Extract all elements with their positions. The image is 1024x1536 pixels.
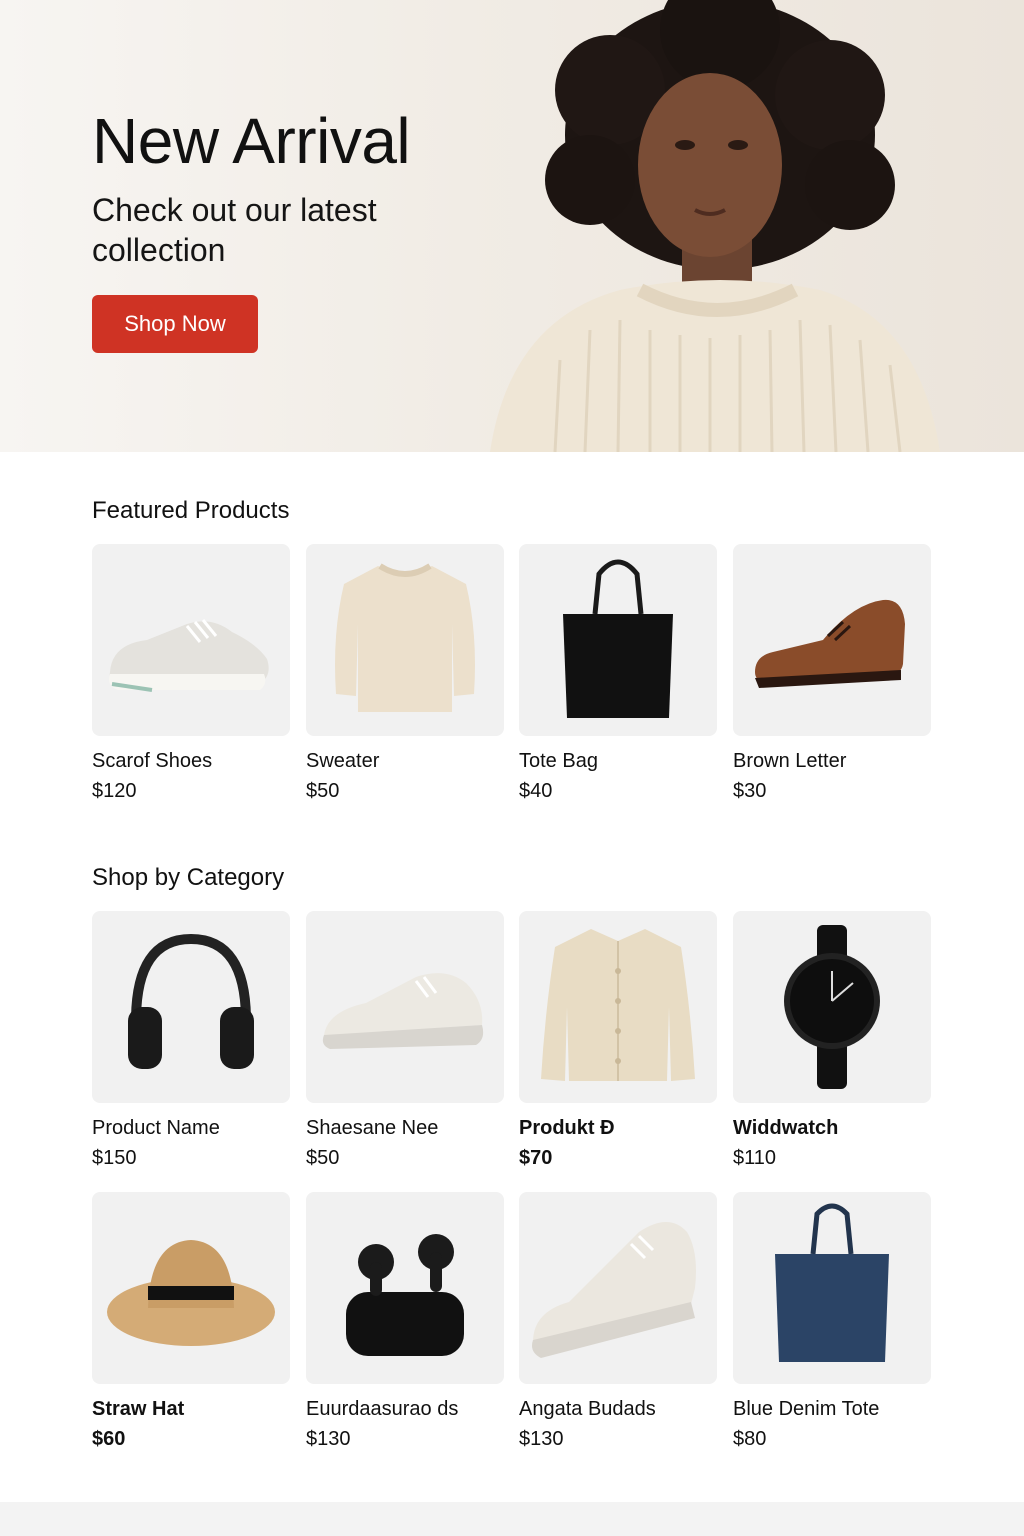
product-image <box>92 911 290 1103</box>
product-image <box>92 1192 290 1384</box>
product-image <box>92 544 290 736</box>
headphones-icon <box>128 933 254 1069</box>
product-price: $120 <box>92 780 137 802</box>
product-name: Brown Letter <box>733 750 847 772</box>
product-image <box>306 544 504 736</box>
product-card[interactable]: Scarof Shoes $120 <box>92 544 290 803</box>
product-price: $50 <box>306 780 340 802</box>
product-card[interactable]: Blue Denim Tote $80 <box>733 1192 931 1451</box>
hero-title: New Arrival <box>92 105 411 177</box>
category-grid: Product Name $150 Shaesane Nee $50 Produ… <box>92 911 932 1471</box>
product-name: Euurdaasurao ds <box>306 1398 459 1420</box>
product-price: $30 <box>733 780 767 802</box>
footer-strip <box>0 1502 1024 1536</box>
product-image <box>519 1192 717 1384</box>
product-name: Sweater <box>306 750 380 772</box>
hero-model-image <box>490 0 940 452</box>
product-image <box>519 911 717 1103</box>
product-card[interactable]: Product Name $150 <box>92 911 290 1170</box>
shirt-jacket-icon <box>541 929 695 1081</box>
sneaker-icon <box>109 619 269 692</box>
leather-shoe-icon <box>755 599 905 688</box>
product-price: $110 <box>733 1147 777 1169</box>
shop-now-button[interactable]: Shop Now <box>92 295 258 353</box>
product-card[interactable]: Angata Budads $130 <box>519 1192 717 1451</box>
hero-subtitle: Check out our latest collection <box>92 192 377 268</box>
product-card[interactable]: Euurdaasurao ds $130 <box>306 1192 504 1451</box>
product-name: Straw Hat <box>92 1398 185 1420</box>
product-name: Produkt Đ <box>519 1117 615 1139</box>
product-image <box>733 911 931 1103</box>
product-price: $150 <box>92 1147 137 1169</box>
straw-hat-icon <box>107 1240 275 1346</box>
product-card[interactable]: Shaesane Nee $50 <box>306 911 504 1170</box>
product-card[interactable]: Sweater $50 <box>306 544 504 803</box>
product-name: Widdwatch <box>733 1117 839 1139</box>
hero-banner: New Arrival Check out our latest collect… <box>0 0 1024 452</box>
product-price: $70 <box>519 1147 553 1169</box>
product-card[interactable]: Straw Hat $60 <box>92 1192 290 1451</box>
product-image <box>733 1192 931 1384</box>
shop-by-category-heading: Shop by Category <box>92 864 285 891</box>
product-price: $40 <box>519 780 553 802</box>
featured-products-grid: Scarof Shoes $120 Sweater $50 Tote Bag $… <box>92 544 932 814</box>
tote-bag-icon <box>563 559 673 718</box>
product-name: Angata Budads <box>519 1398 656 1420</box>
watch-icon <box>784 925 880 1089</box>
product-price: $80 <box>733 1428 767 1450</box>
sweater-icon <box>335 563 475 712</box>
product-name: Shaesane Nee <box>306 1117 439 1139</box>
product-name: Tote Bag <box>519 750 598 772</box>
product-name: Product Name <box>92 1117 220 1139</box>
product-image <box>733 544 931 736</box>
product-card[interactable]: Produkt Đ $70 <box>519 911 717 1170</box>
product-card[interactable]: Tote Bag $40 <box>519 544 717 803</box>
product-price: $130 <box>519 1428 564 1450</box>
tote-bag-icon <box>775 1203 889 1362</box>
product-price: $60 <box>92 1428 126 1450</box>
product-card[interactable]: Widdwatch $110 <box>733 911 931 1170</box>
product-image <box>306 1192 504 1384</box>
product-image <box>306 911 504 1103</box>
sneaker-icon <box>532 1222 696 1358</box>
product-price: $130 <box>306 1428 351 1450</box>
featured-products-heading: Featured Products <box>92 497 290 524</box>
product-price: $50 <box>306 1147 340 1169</box>
product-card[interactable]: Brown Letter $30 <box>733 544 931 803</box>
product-name: Blue Denim Tote <box>733 1398 880 1420</box>
earbuds-icon <box>346 1234 464 1356</box>
product-image <box>519 544 717 736</box>
product-name: Scarof Shoes <box>92 750 213 772</box>
sneaker-icon <box>322 973 484 1049</box>
